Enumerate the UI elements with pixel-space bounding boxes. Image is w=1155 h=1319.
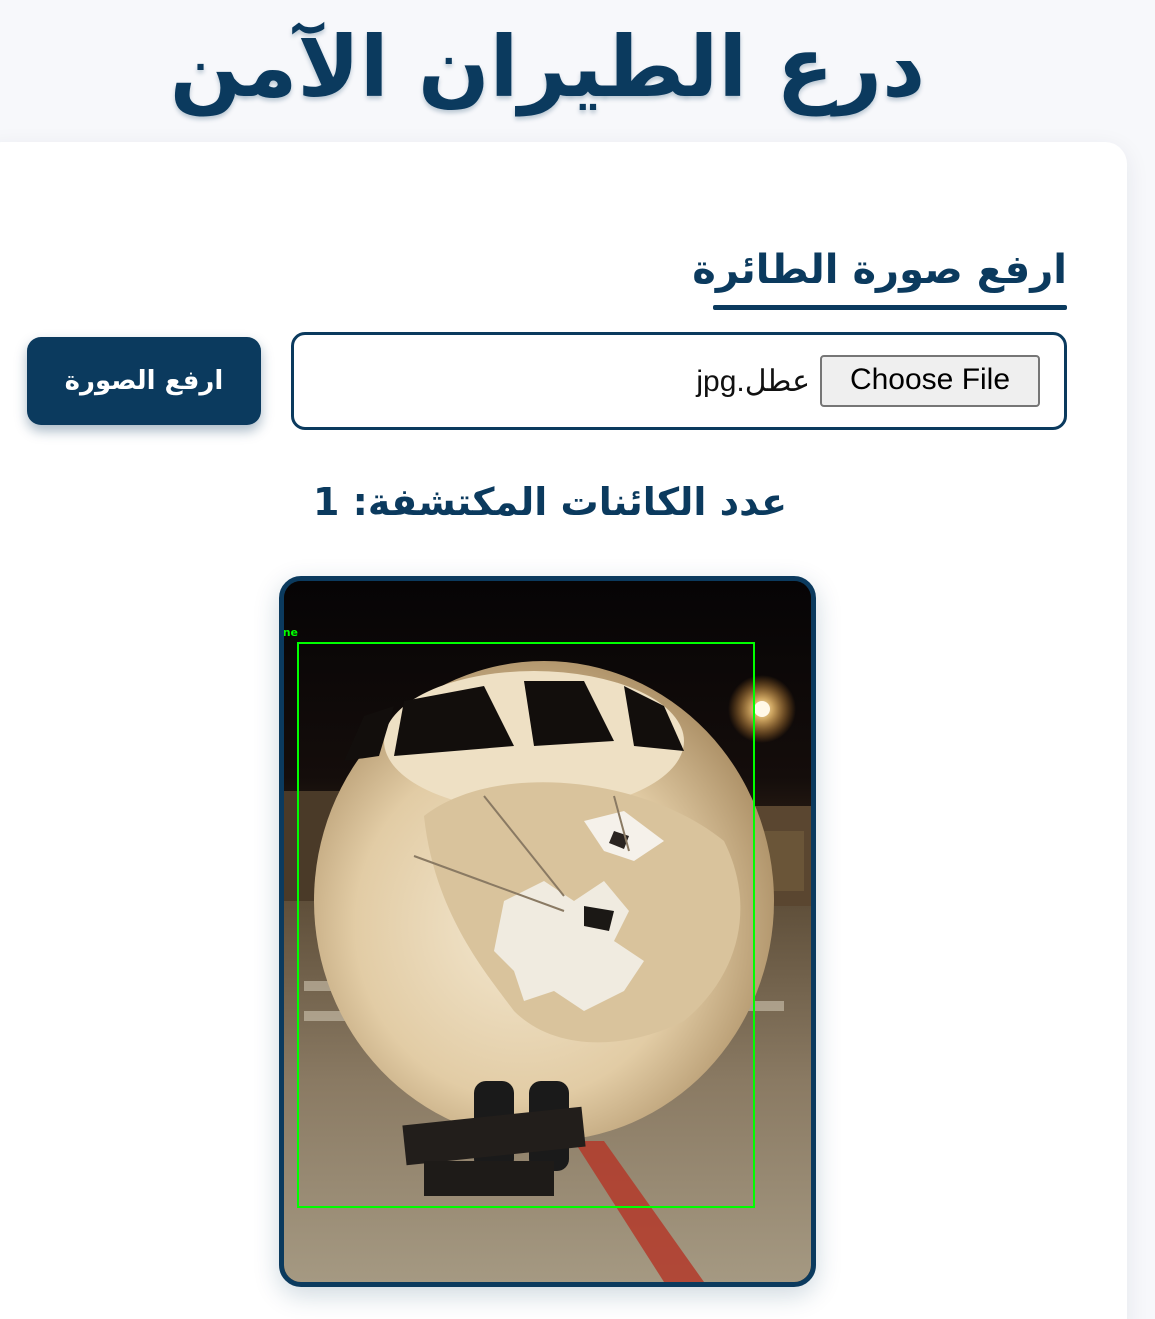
upload-image-button[interactable]: ارفع الصورة xyxy=(27,337,261,425)
damaged-airplane-photo: airplane xyxy=(284,581,811,1282)
app-title: درع الطيران الآمن xyxy=(169,18,926,116)
selected-file-name: عطل.jpg xyxy=(696,365,810,398)
upload-heading: ارفع صورة الطائرة xyxy=(692,247,1067,293)
detection-count-text: عدد الكائنات المكتشفة: 1 xyxy=(312,480,788,524)
file-input-field[interactable]: Choose File عطل.jpg xyxy=(291,332,1067,430)
detection-label: airplane xyxy=(284,626,298,639)
result-image: airplane xyxy=(279,576,816,1287)
choose-file-button[interactable]: Choose File xyxy=(820,355,1040,407)
heading-underline xyxy=(713,305,1067,310)
